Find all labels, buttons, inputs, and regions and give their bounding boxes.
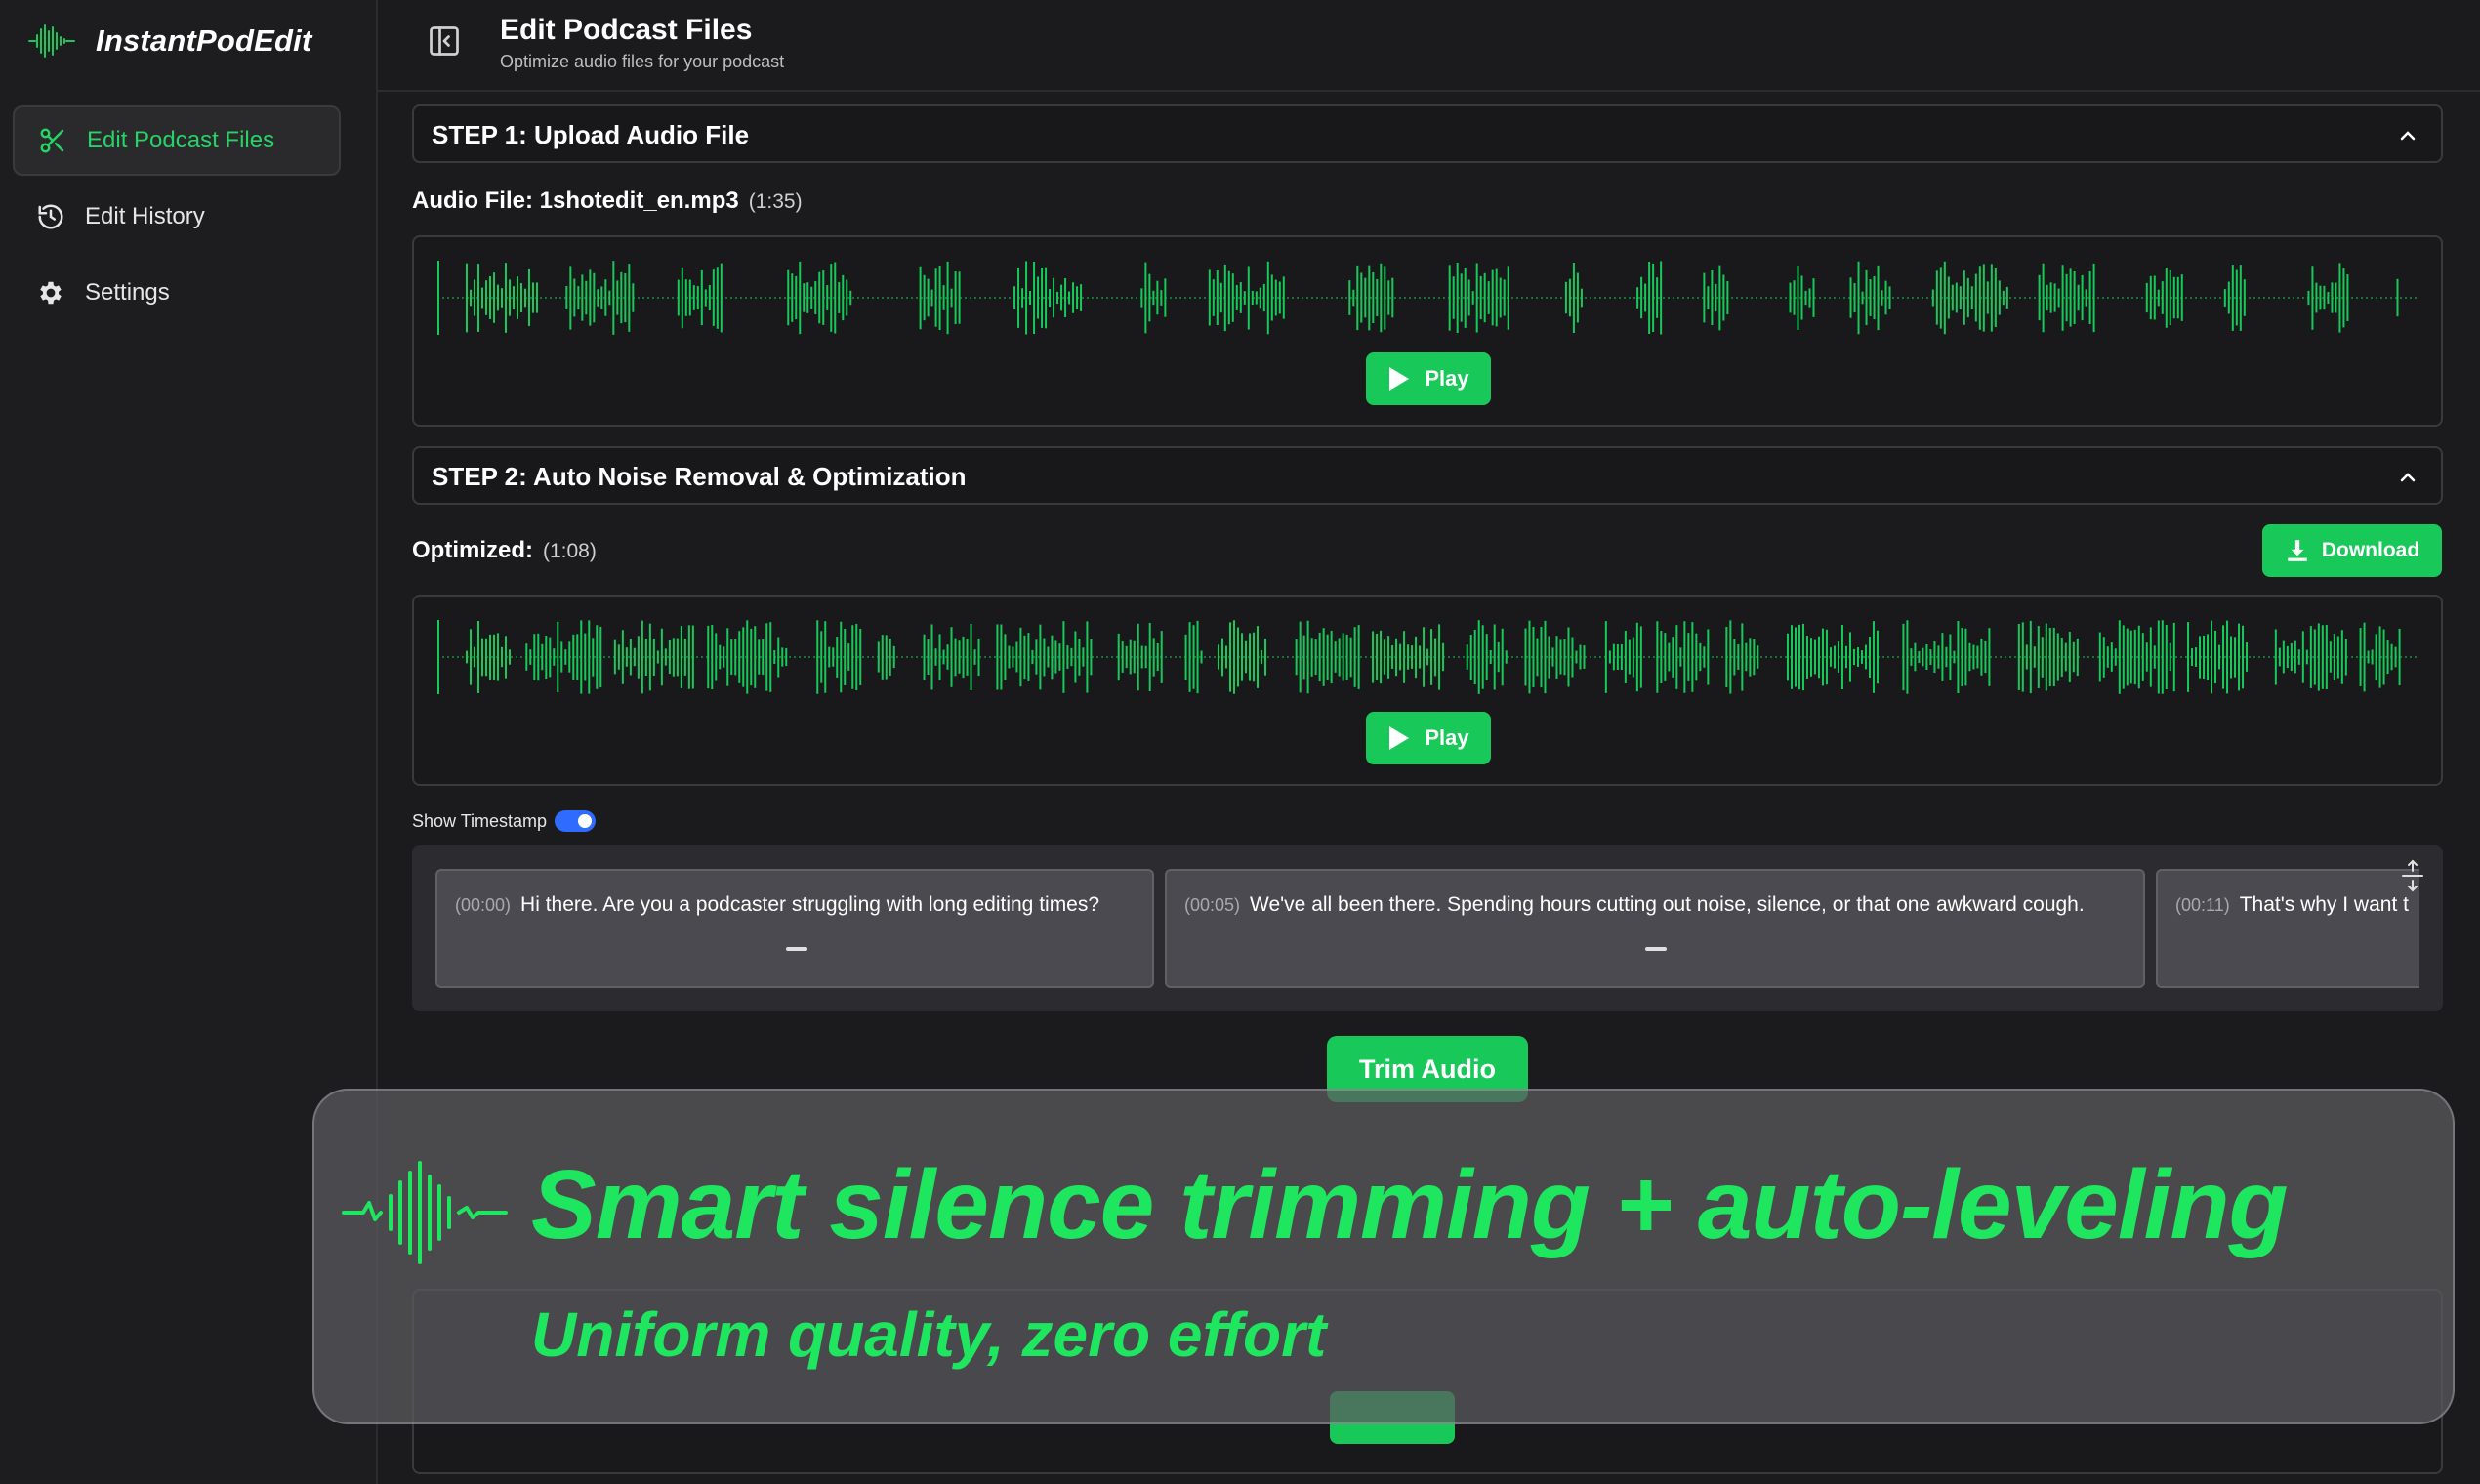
app-name: InstantPodEdit (96, 23, 312, 58)
play-icon (1389, 367, 1410, 391)
segment-handle[interactable] (786, 947, 807, 951)
play-icon (1389, 726, 1410, 750)
original-waveform[interactable] (437, 261, 2419, 335)
sidebar-item-label: Edit History (85, 203, 205, 229)
waveform-logo-icon (28, 24, 75, 58)
show-timestamp-toggle[interactable] (555, 810, 597, 832)
play-label: Play (1425, 725, 1469, 750)
sidebar-toggle-icon[interactable] (427, 23, 462, 59)
transcript-segment[interactable]: (00:05) We've all been there. Spending ho… (1165, 869, 2145, 988)
transcript-segments: (00:00) Hi there. Are you a podcaster str… (412, 845, 2443, 1011)
segment-text: We've all been there. Spending hours cut… (1250, 893, 2085, 916)
scissors-icon (40, 128, 64, 153)
banner-subline: Uniform quality, zero effort (531, 1299, 1327, 1370)
optimized-label: Optimized: (1:08) (412, 537, 597, 564)
download-label: Download (2321, 539, 2420, 561)
brand[interactable]: InstantPodEdit (27, 21, 312, 61)
file-name: Audio File: 1shotedit_en.mp3 (412, 187, 739, 214)
show-timestamp-label: Show Timestamp (412, 810, 548, 831)
optimized-duration: (1:08) (543, 540, 597, 562)
optimized-waveform[interactable] (437, 620, 2419, 694)
sidebar-item-edit-history[interactable]: Edit History (13, 182, 341, 252)
banner-headline: Smart silence trimming + auto-leveling (531, 1150, 2289, 1259)
sidebar-item-label: Edit Podcast Files (87, 127, 275, 153)
sidebar-item-settings[interactable]: Settings (13, 258, 341, 328)
segment-text: Hi there. Are you a podcaster struggling… (520, 893, 1100, 916)
step1-header[interactable]: STEP 1: Upload Audio File (412, 104, 2443, 163)
optimized-waveform-box: Play (412, 595, 2443, 786)
page-subtitle: Optimize audio files for your podcast (500, 52, 785, 71)
transcript-segment[interactable]: (00:11) That's why I want t (2156, 869, 2419, 988)
waveform-icon (342, 1161, 508, 1264)
feature-banner: Smart silence trimming + auto-leveling U… (312, 1089, 2455, 1424)
step2-title: STEP 2: Auto Noise Removal & Optimizatio… (432, 462, 967, 491)
play-label: Play (1425, 366, 1469, 391)
play-button-original[interactable]: Play (1366, 352, 1491, 405)
file-duration: (1:35) (748, 190, 803, 213)
transcript-segment[interactable]: (00:00) Hi there. Are you a podcaster str… (435, 869, 1154, 988)
expand-vertical-icon[interactable] (2400, 859, 2425, 892)
sidebar-item-edit-podcast-files[interactable]: Edit Podcast Files (13, 105, 341, 176)
audio-file-label: Audio File: 1shotedit_en.mp3 (1:35) (412, 187, 803, 215)
sidebar-item-label: Settings (85, 279, 170, 306)
gear-icon (40, 281, 62, 305)
show-timestamp-row: Show Timestamp (412, 810, 597, 832)
download-button[interactable]: Download (2262, 524, 2442, 577)
original-waveform-box: Play (412, 235, 2443, 427)
segment-time: (00:11) (2175, 895, 2230, 915)
segment-handle[interactable] (1645, 947, 1667, 951)
step1-title: STEP 1: Upload Audio File (432, 120, 750, 149)
chevron-up-icon[interactable] (2396, 124, 2419, 147)
play-button-optimized[interactable]: Play (1366, 712, 1491, 764)
sidebar-nav: Edit Podcast Files Edit History Settings (13, 105, 341, 334)
segment-time: (00:00) (455, 895, 512, 915)
step2-header[interactable]: STEP 2: Auto Noise Removal & Optimizatio… (412, 446, 2443, 505)
page-title: Edit Podcast Files (500, 14, 753, 46)
download-icon (2288, 540, 2307, 561)
optimized-title: Optimized: (412, 537, 533, 563)
segment-time: (00:05) (1184, 895, 1241, 915)
topbar: Edit Podcast Files Optimize audio files … (378, 0, 2480, 92)
segment-text: That's why I want t (2239, 893, 2409, 916)
chevron-up-icon[interactable] (2396, 466, 2419, 489)
history-icon (38, 204, 63, 229)
